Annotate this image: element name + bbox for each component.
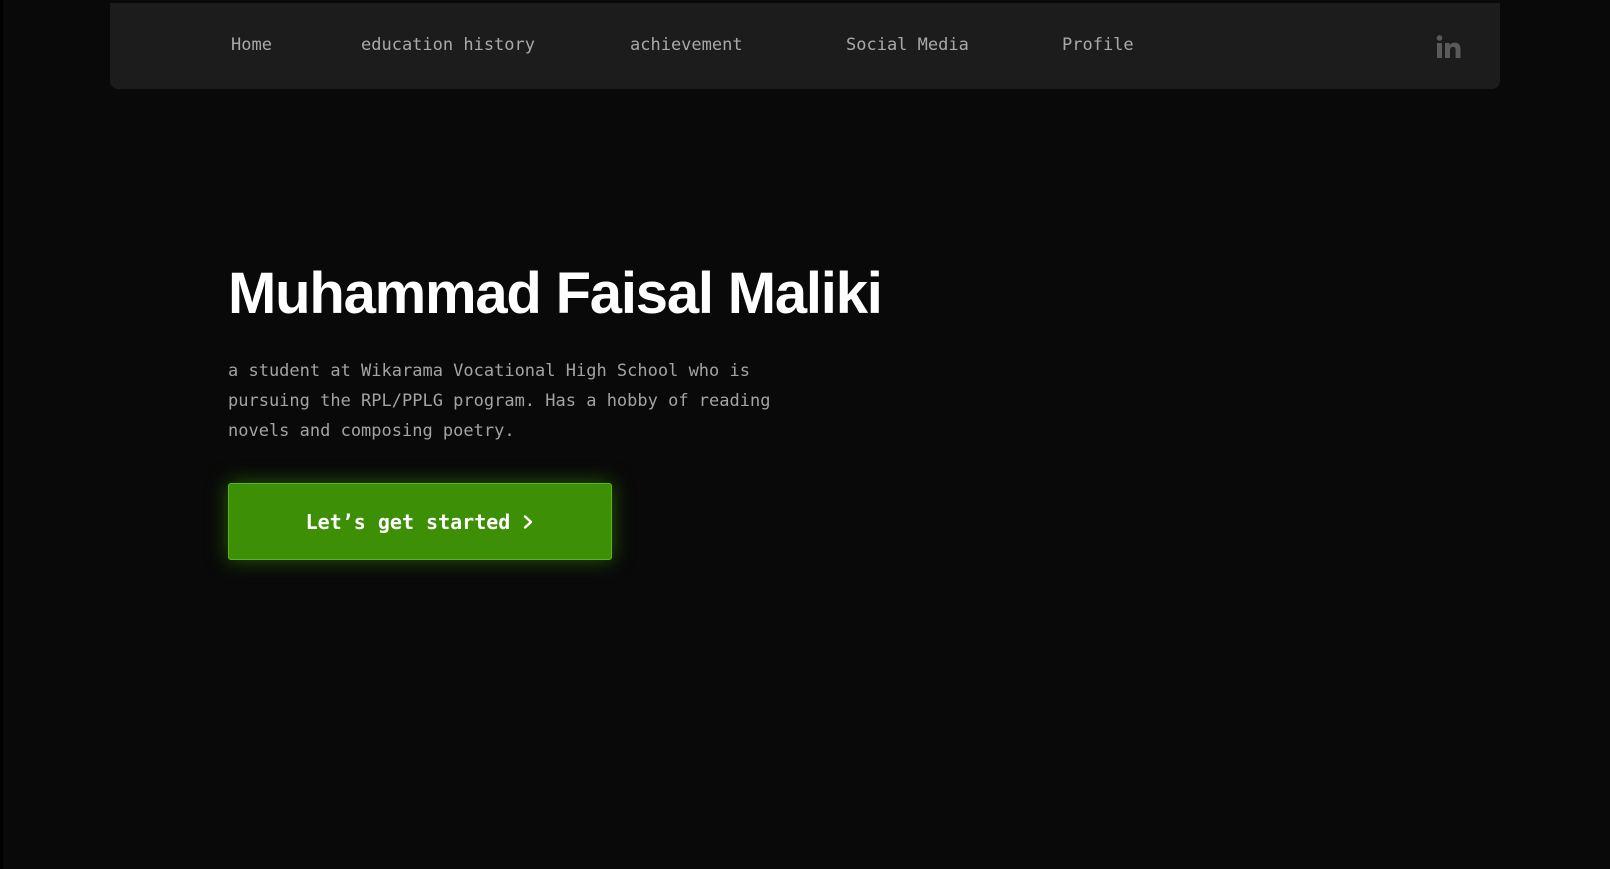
- top-navbar: Home education history achievement Socia…: [110, 3, 1500, 89]
- hero-description: a student at Wikarama Vocational High Sc…: [228, 361, 771, 441]
- get-started-button[interactable]: Let’s get started: [228, 483, 612, 560]
- linkedin-icon[interactable]: [1436, 34, 1462, 60]
- nav-link-social-media[interactable]: Social Media: [846, 34, 969, 56]
- nav-link-achievement[interactable]: achievement: [630, 34, 743, 56]
- chevron-right-icon: [524, 514, 533, 529]
- get-started-label: Let’s get started: [305, 509, 511, 534]
- nav-link-home[interactable]: Home: [231, 34, 272, 56]
- nav-link-education-history[interactable]: education history: [361, 34, 535, 56]
- page: Home education history achievement Socia…: [3, 0, 1610, 869]
- hero-title: Muhammad Faisal Maliki: [228, 261, 883, 326]
- nav-link-profile[interactable]: Profile: [1062, 34, 1134, 56]
